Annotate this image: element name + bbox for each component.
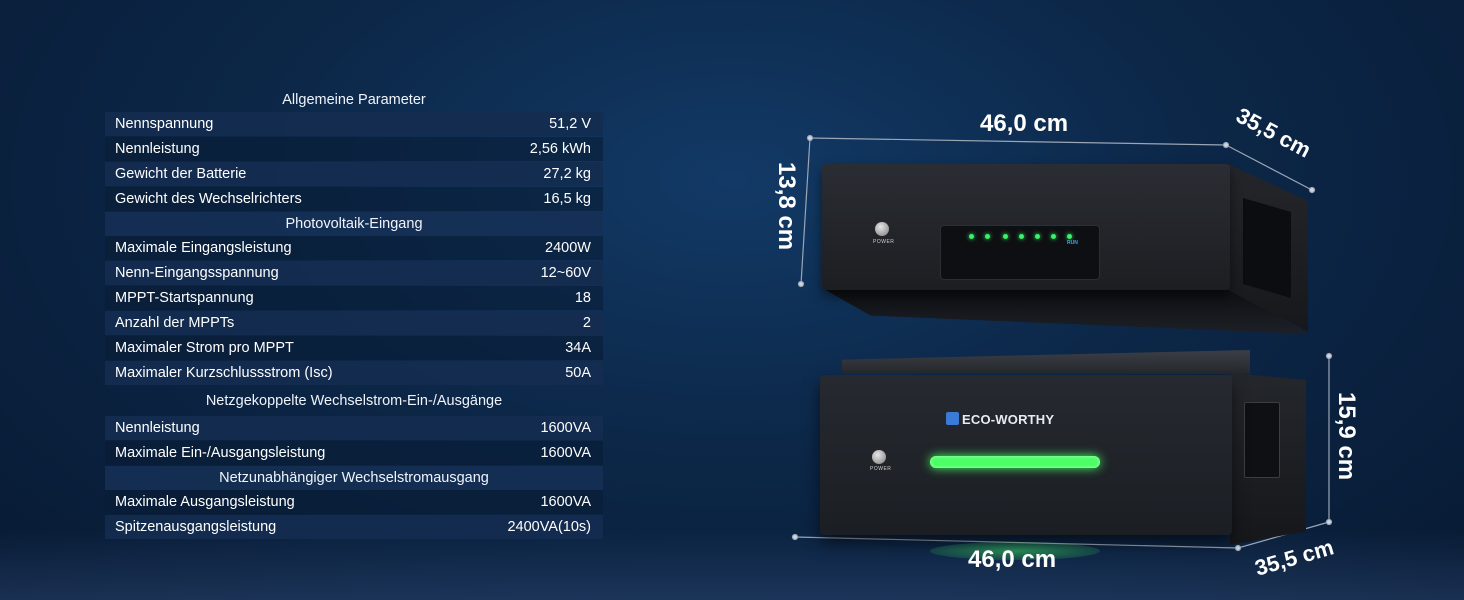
status-led	[985, 234, 990, 239]
battery-handle	[1244, 402, 1280, 478]
battery-power-button	[872, 450, 886, 464]
inverter-power-label: POWER	[873, 239, 895, 245]
inverter-height-line	[800, 137, 811, 285]
status-led	[1003, 234, 1008, 239]
battery-width-label: 46,0 cm	[968, 546, 1057, 573]
inverter-ports	[1243, 198, 1291, 298]
run-label: RUN	[1067, 240, 1078, 246]
brand-logo-icon	[946, 412, 959, 425]
status-led	[969, 234, 974, 239]
status-led	[1035, 234, 1040, 239]
inverter-width-label: 46,0 cm	[980, 110, 1069, 137]
status-led	[1067, 234, 1072, 239]
status-led	[1051, 234, 1056, 239]
brand-name: ECO-WORTHY	[962, 412, 1055, 427]
status-led	[1019, 234, 1024, 239]
inverter-power-button	[875, 222, 889, 236]
battery-light-bar	[930, 456, 1100, 468]
inverter-width-line	[809, 137, 1227, 146]
inverter-height-label: 13,8 cm	[773, 162, 800, 251]
battery-power-label: POWER	[870, 466, 892, 472]
battery-height-label: 15,9 cm	[1333, 392, 1360, 481]
inverter-status-panel: RUN	[940, 225, 1100, 280]
